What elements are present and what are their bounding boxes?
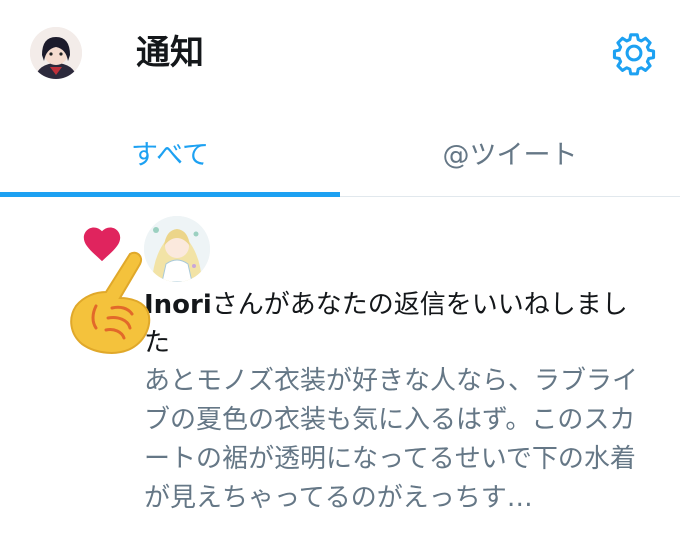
notification-text: Inoriさんがあなたの返信をいいねしました: [144, 286, 644, 362]
gear-icon: [612, 33, 656, 76]
tab-all-label: すべて: [130, 139, 210, 171]
notification-tabs: すべて @ツイート: [0, 108, 680, 197]
settings-button[interactable]: [611, 30, 657, 76]
page-title: 通知: [136, 33, 204, 73]
user-avatar[interactable]: [30, 27, 82, 79]
tweet-preview: あとモノズ衣装が好きな人なら、ラブライブの夏色の衣装も気に入るはず。このスカート…: [144, 366, 639, 513]
tab-mentions[interactable]: @ツイート: [340, 108, 680, 196]
pointing-hand-icon: [62, 248, 166, 356]
app-header: 通知: [0, 0, 680, 108]
avatar-illustration: [30, 27, 82, 79]
tab-all[interactable]: すべて: [0, 108, 340, 196]
notification-action: さんがあなたの返信をいいねしました: [144, 290, 628, 358]
tab-mentions-label: @ツイート: [442, 139, 578, 171]
